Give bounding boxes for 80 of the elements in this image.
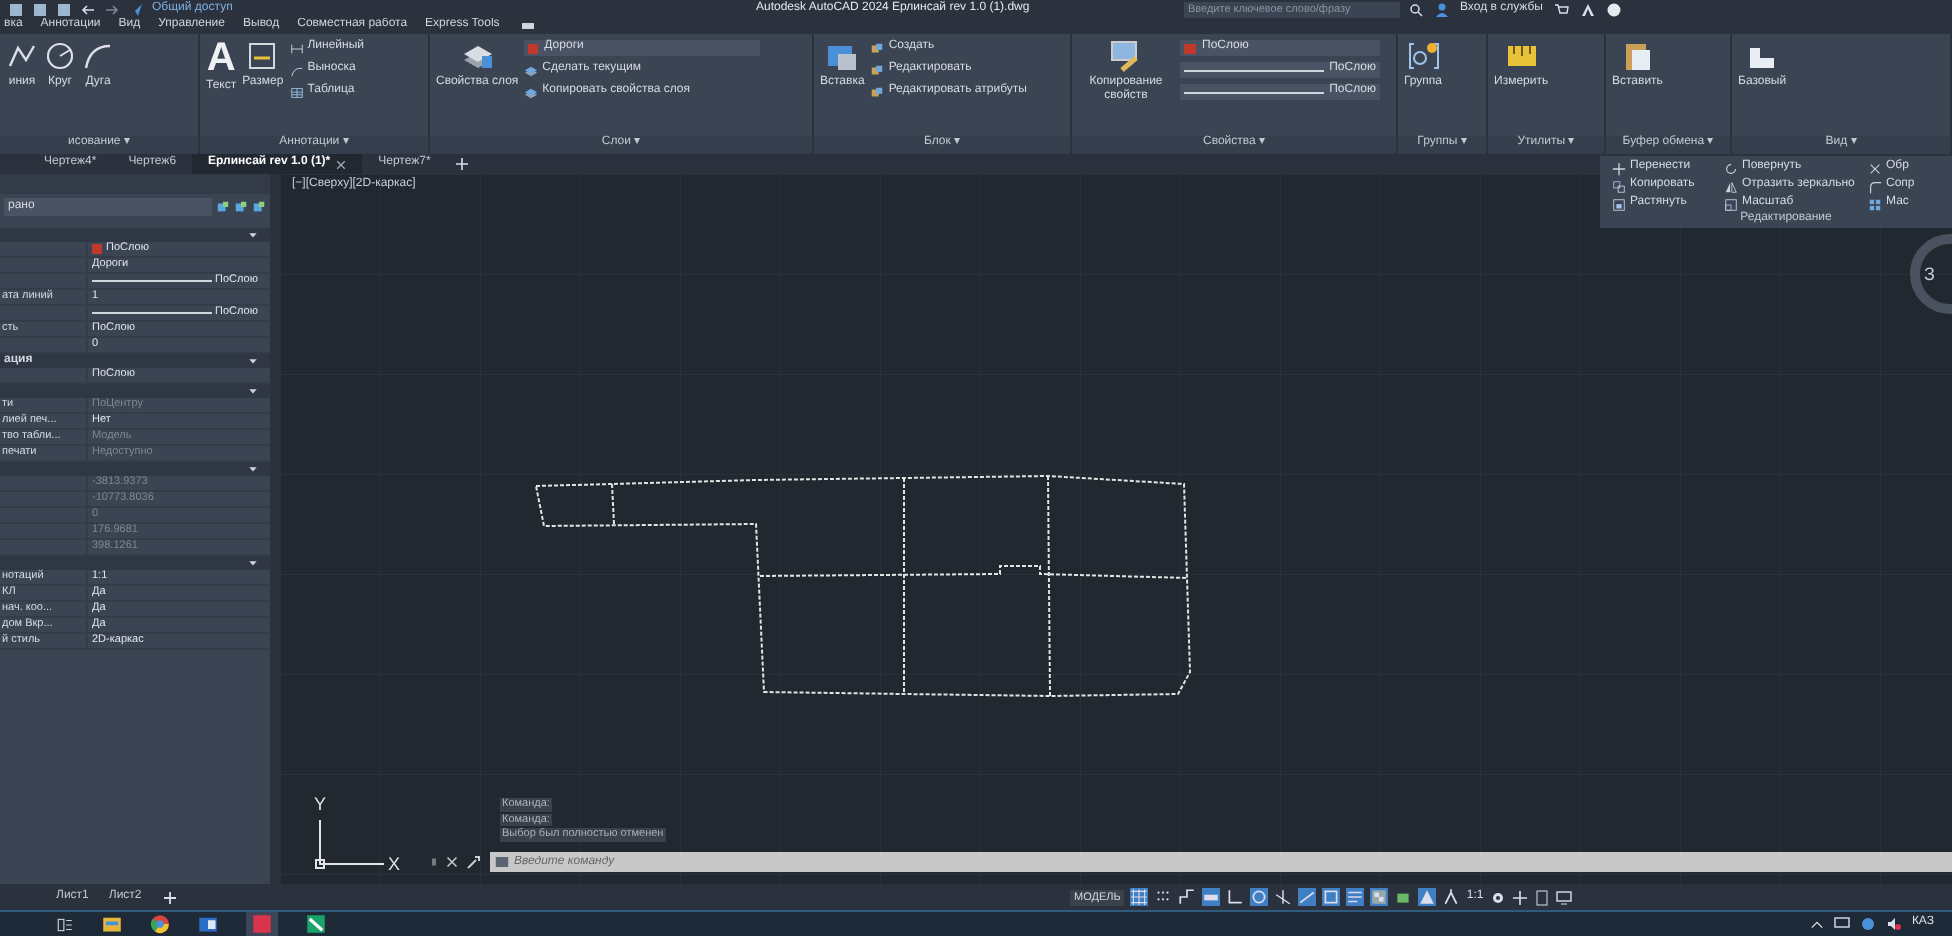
grip-icon[interactable] <box>430 854 438 870</box>
close-icon[interactable] <box>446 856 458 868</box>
wrench-icon[interactable] <box>466 854 482 870</box>
line-sample <box>1184 69 1324 71</box>
autoscale-toggle-icon[interactable] <box>1442 888 1461 906</box>
ortho-toggle-icon[interactable] <box>1226 888 1245 906</box>
monitor-icon[interactable] <box>1555 889 1572 905</box>
tracking-toggle-icon[interactable] <box>1298 888 1317 906</box>
dimension-icon <box>246 40 279 72</box>
globe-icon[interactable] <box>1859 916 1876 932</box>
document-app-icon[interactable] <box>198 914 218 934</box>
osnap-toggle-icon[interactable] <box>1322 888 1341 906</box>
infer-toggle-icon[interactable] <box>1178 888 1197 906</box>
monitor-icon[interactable] <box>1833 916 1850 932</box>
snap-toggle-icon[interactable] <box>1154 888 1173 906</box>
annotation-toggle-icon[interactable] <box>1418 888 1437 906</box>
rotate-icon <box>1724 161 1738 175</box>
fillet-icon <box>1868 179 1882 193</box>
line-sample <box>1184 91 1324 93</box>
select-objects-icon[interactable] <box>234 200 248 214</box>
table-icon <box>289 85 304 99</box>
panel-toggle-icon[interactable] <box>517 20 538 32</box>
help-icon[interactable] <box>1605 1 1621 17</box>
collapse-icon[interactable] <box>248 464 258 474</box>
plus-icon[interactable] <box>1511 889 1528 905</box>
collapse-icon[interactable] <box>248 558 258 568</box>
pickadd-icon[interactable] <box>252 200 266 214</box>
stretch-icon <box>1612 197 1626 211</box>
transparency-toggle-icon[interactable] <box>1370 888 1389 906</box>
folder-icon[interactable] <box>102 914 122 934</box>
undo-icon[interactable] <box>80 1 96 17</box>
search-icon[interactable] <box>1408 1 1424 17</box>
mirror-icon <box>1724 179 1738 193</box>
new-layout-icon[interactable] <box>161 889 178 905</box>
polar-toggle-icon[interactable] <box>1250 888 1269 906</box>
settings-icon[interactable] <box>1489 889 1506 905</box>
layer-tool-icon <box>524 85 539 99</box>
linear-dimension-icon <box>289 41 304 55</box>
speaker-icon[interactable] <box>1885 916 1902 932</box>
collapse-icon[interactable] <box>248 386 258 396</box>
save-icon[interactable] <box>8 1 24 17</box>
collapse-icon[interactable] <box>248 230 258 240</box>
arc-icon <box>82 40 114 72</box>
cart-icon[interactable] <box>1553 1 1569 17</box>
close-icon[interactable] <box>336 159 347 169</box>
group-icon <box>1407 40 1440 72</box>
chevron-up-icon[interactable] <box>1809 917 1824 931</box>
task-view-icon[interactable] <box>56 915 74 933</box>
layers-icon <box>461 40 494 72</box>
line-sample <box>92 312 212 314</box>
redo-icon[interactable] <box>104 1 120 17</box>
command-prompt-icon[interactable] <box>490 852 514 872</box>
array-icon <box>1868 197 1882 211</box>
grid-toggle-icon[interactable] <box>1130 888 1149 906</box>
monitor-brush-icon <box>1110 40 1142 72</box>
user-icon[interactable] <box>1434 1 1450 17</box>
collapse-icon[interactable] <box>248 356 258 366</box>
new-tab-icon[interactable] <box>454 156 471 172</box>
print-icon[interactable] <box>56 1 72 17</box>
copy-icon <box>1612 179 1626 193</box>
polyline-icon <box>6 40 38 72</box>
circle-icon <box>44 40 76 72</box>
lineweight-toggle-icon[interactable] <box>1346 888 1365 906</box>
properties-icon[interactable] <box>1533 889 1550 905</box>
ruler-icon <box>1505 40 1538 72</box>
spreadsheet-app-icon[interactable] <box>306 914 326 934</box>
trim-icon <box>1868 161 1882 175</box>
clipboard-icon <box>1621 40 1654 72</box>
move-icon <box>1612 161 1626 175</box>
insert-icon <box>826 40 859 72</box>
isodraft-toggle-icon[interactable] <box>1274 888 1293 906</box>
browser-icon[interactable] <box>150 914 170 934</box>
scale-icon <box>1724 197 1738 211</box>
layer-tool-icon <box>524 63 539 77</box>
leader-icon <box>289 63 304 77</box>
dynamic-input-toggle-icon[interactable] <box>1202 888 1221 906</box>
open-icon[interactable] <box>32 1 48 17</box>
selection-toggle-icon[interactable] <box>1394 888 1413 906</box>
quick-select-icon[interactable] <box>216 200 230 214</box>
line-sample <box>92 280 212 282</box>
